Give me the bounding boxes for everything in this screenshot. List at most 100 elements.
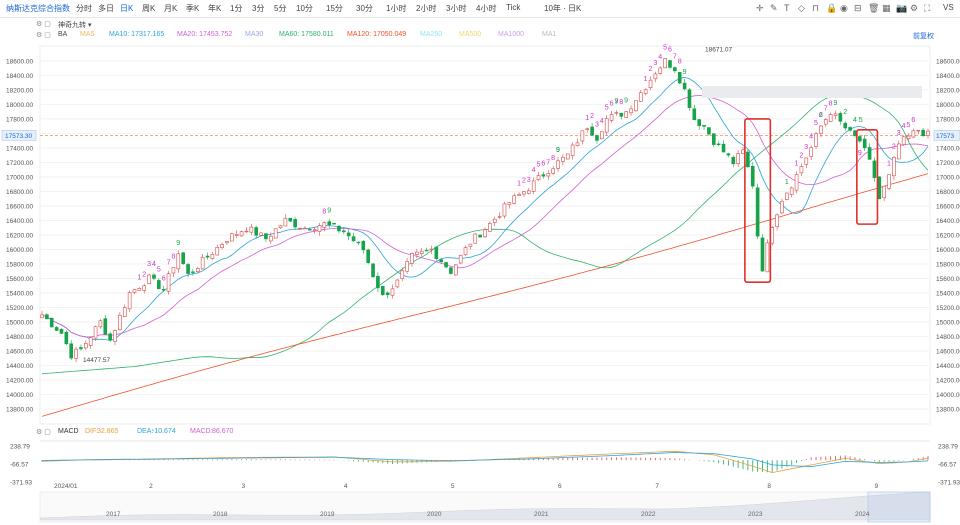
nine-turn-label: 1	[887, 161, 891, 168]
candle-body	[118, 314, 122, 331]
ruler-icon[interactable]: ⊟	[854, 3, 862, 14]
ma-settings-icon[interactable]: ⚙ ▢	[36, 31, 51, 39]
nine-turn-label: 5	[157, 266, 161, 273]
candle-body	[877, 176, 882, 200]
period-tab[interactable]: 1分	[230, 3, 242, 14]
candle-body	[176, 253, 181, 270]
candle-body	[434, 246, 439, 260]
y-tick-label-left: 17400.00	[6, 145, 33, 152]
candle-body	[468, 243, 473, 247]
candle-body	[546, 173, 551, 177]
period-tab[interactable]: 10分	[296, 3, 313, 14]
nine-turn-label: 9	[683, 69, 687, 76]
text-icon[interactable]: T	[784, 3, 790, 13]
candle-body	[410, 253, 414, 264]
period-tab[interactable]: 年K	[208, 3, 221, 14]
navigator-window	[867, 491, 931, 523]
period-tab[interactable]: 1小时	[386, 3, 406, 14]
macd-dif-line	[41, 450, 929, 474]
crosshair-icon[interactable]: ✛	[756, 3, 764, 14]
ma-legend-item[interactable]: MA250	[420, 31, 442, 38]
period-tab[interactable]: 分时	[76, 3, 92, 14]
ma-legend-item[interactable]: MA20: 17453.752	[177, 31, 232, 38]
y-tick-label-left: 15200.00	[6, 305, 33, 312]
nine-turn-label: 3	[147, 261, 151, 268]
candle-body	[74, 348, 78, 359]
macd-settings-icon[interactable]: ⚙ ▢	[36, 428, 51, 436]
period-tab[interactable]: 多日	[98, 3, 114, 14]
y-tick-label-left: 14600.00	[6, 349, 33, 356]
y-tick-label-right: 17200.00	[936, 160, 960, 167]
y-tick-label-right: 13800.00	[936, 407, 960, 414]
magnet-icon[interactable]: ⊓	[812, 3, 819, 14]
index-title[interactable]: 纳斯达克综合指数	[6, 3, 70, 14]
shape-icon[interactable]: ◇	[798, 3, 805, 14]
period-tab[interactable]: 5分	[274, 3, 286, 14]
candle-body	[595, 135, 599, 141]
period-tab[interactable]: 10年 · 日K	[544, 3, 581, 14]
ma-legend-item[interactable]: MA1	[542, 31, 556, 38]
camera-icon[interactable]: 📷	[896, 3, 907, 14]
period-tab[interactable]: 季K	[186, 3, 199, 14]
ma-legend-item[interactable]: MA1000	[498, 31, 524, 38]
macd-tick-right: -371.93	[938, 480, 960, 487]
ma10-line	[41, 76, 929, 341]
ma-legend-item[interactable]: MA120: 17050.049	[347, 31, 406, 38]
strategy-selector[interactable]: 神奇九转 ▾	[58, 20, 91, 30]
macd-dea-line	[41, 452, 929, 468]
period-tab[interactable]: 3分	[252, 3, 264, 14]
period-tab[interactable]: 4小时	[476, 3, 496, 14]
ma-legend-item[interactable]: MA60: 17580.011	[279, 31, 334, 38]
candle-body	[789, 187, 794, 195]
compare-button[interactable]: VS	[943, 3, 954, 12]
ma-legend-item[interactable]: MA500	[459, 31, 481, 38]
adjust-mode-link[interactable]: 前复权	[913, 31, 934, 41]
navigator-year-label: 2018	[213, 511, 228, 518]
candle-body	[643, 89, 648, 94]
nine-turn-label: 6	[819, 112, 823, 119]
candle-body	[833, 113, 838, 116]
period-tab[interactable]: 2小时	[416, 3, 436, 14]
nine-turn-label: 7	[614, 99, 618, 106]
period-tab[interactable]: 30分	[356, 3, 373, 14]
month-label: 9	[874, 483, 878, 490]
navigator-year-label: 2017	[106, 511, 121, 518]
period-tab[interactable]: 15分	[326, 3, 343, 14]
trash-icon[interactable]: 🗑	[868, 3, 879, 14]
period-tab[interactable]: 3小时	[446, 3, 466, 14]
nine-turn-label: 2	[799, 153, 803, 160]
candle-body	[88, 337, 93, 346]
nine-turn-label: 4	[809, 134, 813, 141]
ma-legend-item[interactable]: MA30	[245, 31, 263, 38]
candle-body	[424, 249, 429, 252]
candle-body	[429, 248, 434, 251]
navigator-year-label: 2019	[320, 511, 335, 518]
draw-icon[interactable]: ✎	[770, 3, 778, 14]
layout-icon[interactable]: ▦	[882, 3, 891, 14]
settings-icon[interactable]: ⚙	[910, 3, 918, 14]
candle-body	[901, 136, 906, 146]
candle-body	[361, 240, 366, 251]
candle-body	[697, 119, 702, 126]
candle-body	[449, 267, 453, 274]
period-tab[interactable]: 月K	[164, 3, 177, 14]
ma-legend-item[interactable]: MA10: 17317.165	[109, 31, 164, 38]
nine-turn-label: 2	[649, 66, 653, 73]
ma-legend-item[interactable]: MA5	[80, 31, 94, 38]
candle-body	[400, 270, 405, 280]
period-tab[interactable]: 日K	[120, 3, 133, 14]
candle-body	[648, 79, 653, 88]
fullscreen-icon[interactable]: ⛶	[924, 3, 930, 14]
eye-icon[interactable]: ◉	[840, 3, 848, 14]
period-tab[interactable]: Tick	[506, 3, 520, 12]
candle-body	[522, 191, 526, 195]
candle-body	[492, 218, 497, 223]
price-chart[interactable]: 1 23 4567891 2 345 6 7891 23456 7 8 912345 67891234…	[0, 0, 960, 525]
nine-turn-label: 5	[537, 162, 541, 169]
period-tab[interactable]: 周K	[142, 3, 155, 14]
lock-icon[interactable]: 🔒	[826, 3, 837, 14]
candle-body	[911, 130, 916, 138]
indicator-settings-icon[interactable]: ⚙ ▢	[36, 20, 51, 28]
candle-body	[600, 131, 604, 140]
month-label: 7	[655, 483, 659, 490]
